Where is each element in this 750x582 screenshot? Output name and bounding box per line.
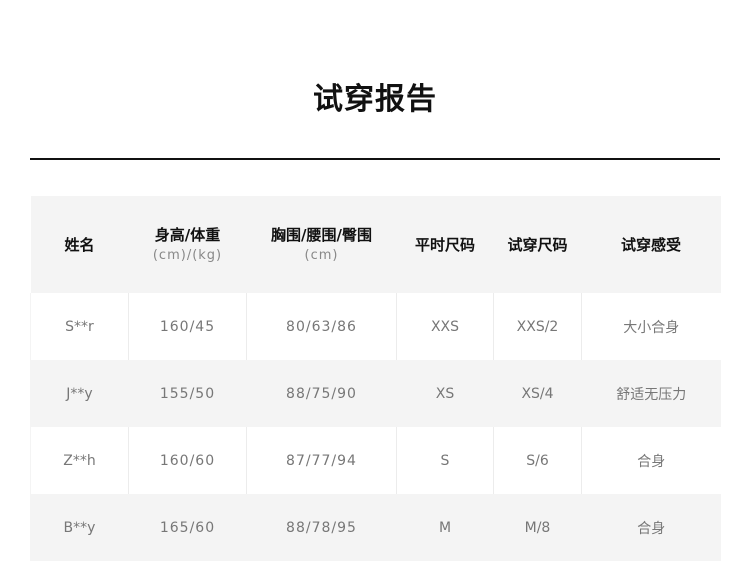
table-row: J**y 155/50 88/75/90 XS XS/4 舒适无压力 (30, 360, 721, 427)
header-trial-size: 试穿尺码 (507, 235, 568, 254)
cell-trial-size: XS/4 (493, 360, 582, 427)
cell-feedback: 舒适无压力 (581, 360, 721, 427)
page-title: 试穿报告 (313, 82, 437, 117)
cell-usual-size: M (396, 494, 494, 561)
cell-height-weight: 160/60 (128, 427, 247, 494)
header-measurements: 胸围/腰围/臀围 (cm) (247, 196, 397, 293)
cell-name: S**r (30, 293, 129, 360)
table-row: B**y 165/60 88/78/95 M M/8 合身 (30, 494, 721, 561)
header-height-weight: 身高/体重 (cm)/(kg) (129, 196, 247, 293)
header-unit: (cm) (304, 247, 339, 263)
header-feedback: 试穿感受 (620, 235, 681, 254)
header-name: 姓名 (64, 235, 95, 254)
cell-trial-size: S/6 (493, 427, 582, 494)
cell-name: Z**h (30, 427, 129, 494)
cell-usual-size: XS (396, 360, 494, 427)
cell-usual-size: S (396, 427, 494, 494)
cell-measurements: 87/77/94 (246, 427, 397, 494)
table-header-row: 姓名 身高/体重 (cm)/(kg) 胸围/腰围/臀围 (cm) 平时尺码 试穿… (30, 196, 721, 293)
cell-feedback: 大小合身 (581, 293, 721, 360)
cell-trial-size: M/8 (493, 494, 582, 561)
fitting-report-table: 姓名 身高/体重 (cm)/(kg) 胸围/腰围/臀围 (cm) 平时尺码 试穿… (30, 196, 721, 561)
cell-measurements: 88/78/95 (246, 494, 397, 561)
cell-name: B**y (30, 494, 129, 561)
cell-usual-size: XXS (396, 293, 494, 360)
cell-measurements: 88/75/90 (246, 360, 397, 427)
header-usual-size: 平时尺码 (414, 235, 475, 254)
cell-measurements: 80/63/86 (246, 293, 397, 360)
cell-height-weight: 155/50 (128, 360, 247, 427)
cell-feedback: 合身 (581, 494, 721, 561)
cell-height-weight: 160/45 (128, 293, 247, 360)
cell-name: J**y (30, 360, 129, 427)
cell-trial-size: XXS/2 (493, 293, 582, 360)
title-divider (30, 158, 720, 160)
cell-feedback: 合身 (581, 427, 721, 494)
header-unit: (cm)/(kg) (152, 247, 223, 263)
cell-height-weight: 165/60 (128, 494, 247, 561)
table-row: Z**h 160/60 87/77/94 S S/6 合身 (30, 427, 721, 494)
table-row: S**r 160/45 80/63/86 XXS XXS/2 大小合身 (30, 293, 721, 360)
